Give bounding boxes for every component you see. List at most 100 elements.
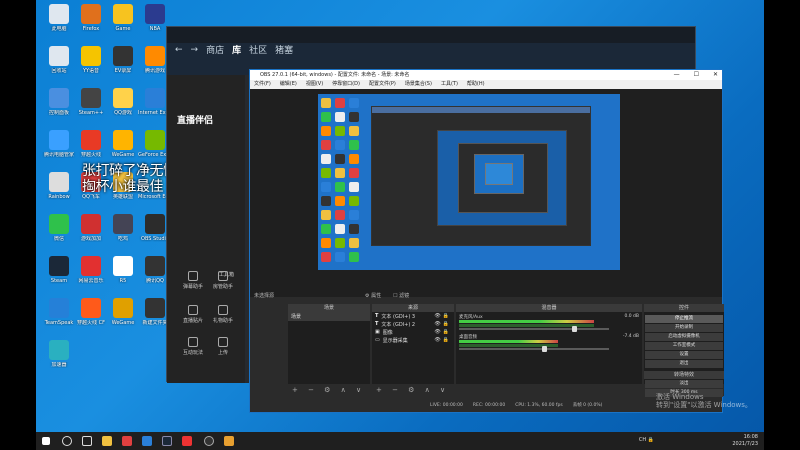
control-button[interactable]: 工作室模式 bbox=[645, 342, 723, 350]
visibility-lock-icon[interactable]: 👁🔒 bbox=[434, 313, 451, 319]
steam-icon[interactable] bbox=[162, 436, 172, 446]
preview-desktop-icon bbox=[321, 210, 331, 220]
desktop-icon[interactable]: 吃鸡 bbox=[106, 214, 140, 252]
control-button[interactable]: 停止推流 bbox=[645, 315, 723, 323]
edge-icon[interactable] bbox=[142, 436, 152, 446]
control-button[interactable]: 设置 bbox=[645, 351, 723, 359]
desktop-icon[interactable]: EV录屏 bbox=[106, 46, 140, 84]
app-icon[interactable] bbox=[122, 436, 132, 446]
back-icon[interactable]: ← bbox=[173, 45, 185, 55]
menu-tools[interactable]: 工具(T) bbox=[441, 80, 458, 89]
explorer-icon[interactable] bbox=[102, 436, 112, 446]
source-item[interactable]: T 文本 (GDI+) 2 👁🔒 bbox=[372, 320, 454, 328]
volume-knob[interactable] bbox=[571, 326, 577, 332]
obs-icon[interactable] bbox=[204, 436, 214, 446]
app-icon bbox=[49, 298, 69, 318]
maximize-icon[interactable]: ☐ bbox=[694, 70, 699, 80]
desktop-icon-label: EV录屏 bbox=[114, 68, 132, 74]
preview-desktop-icon bbox=[335, 196, 345, 206]
menu-scene-collection[interactable]: 场景集合(S) bbox=[405, 80, 432, 89]
desktop-icon[interactable]: TeamSpeak bbox=[42, 298, 76, 336]
gift-helper-button[interactable]: 礼物助手 bbox=[211, 305, 235, 324]
preview-desktop-icon bbox=[335, 168, 345, 178]
app-icon bbox=[113, 214, 133, 234]
task-view-icon[interactable] bbox=[82, 436, 92, 446]
app-icon bbox=[49, 88, 69, 108]
app2-icon[interactable] bbox=[182, 436, 192, 446]
scenes-footer[interactable]: + − ⚙ ∧ ∨ bbox=[288, 384, 370, 396]
sticker-button[interactable]: 直播贴片 bbox=[181, 305, 205, 324]
visibility-lock-icon[interactable]: 👁🔒 bbox=[434, 337, 451, 343]
preview-desktop-icon bbox=[335, 238, 345, 248]
volume-knob[interactable] bbox=[541, 346, 547, 352]
clock[interactable]: 16:08 2021/7/23 bbox=[732, 434, 758, 448]
menu-profile[interactable]: 配置文件(P) bbox=[369, 80, 396, 89]
app-icon bbox=[49, 256, 69, 276]
interact-button[interactable]: 互动玩法 bbox=[181, 337, 205, 356]
volume-slider[interactable] bbox=[459, 328, 609, 330]
scene-item[interactable]: 场景 bbox=[288, 312, 370, 321]
control-button[interactable]: 退出 bbox=[645, 360, 723, 368]
source-item[interactable]: ▭ 显示器采集 👁🔒 bbox=[372, 336, 454, 344]
menu-file[interactable]: 文件(F) bbox=[254, 80, 271, 89]
desktop-icon[interactable]: Rainbow bbox=[42, 172, 76, 210]
app-icon bbox=[113, 256, 133, 276]
nav-library[interactable]: 库 bbox=[230, 43, 243, 56]
ime-indicator[interactable]: CH 🔒 bbox=[639, 437, 654, 443]
visibility-lock-icon[interactable]: 👁🔒 bbox=[434, 329, 451, 335]
menu-edit[interactable]: 编辑(E) bbox=[280, 80, 297, 89]
desktop-icon[interactable]: Steam++ bbox=[74, 88, 108, 126]
desktop-icon[interactable]: R5 bbox=[106, 256, 140, 294]
preview-desktop-icon bbox=[349, 98, 359, 108]
desktop-icon[interactable]: Firefox bbox=[74, 4, 108, 42]
desktop-icon-label: 游戏加加 bbox=[80, 236, 101, 242]
forward-icon[interactable]: → bbox=[189, 45, 201, 55]
transition-select[interactable]: 淡出 bbox=[645, 380, 723, 388]
minimize-icon[interactable]: — bbox=[674, 70, 680, 80]
close-icon[interactable]: ✕ bbox=[713, 70, 718, 80]
preview-canvas[interactable] bbox=[318, 94, 620, 270]
control-button[interactable]: 启动虚拟摄像机 bbox=[645, 333, 723, 341]
desktop-icon[interactable]: WeGame bbox=[106, 298, 140, 336]
filters-button[interactable]: ☐ 滤镜 bbox=[393, 292, 409, 299]
desktop-icon[interactable]: 加速器 bbox=[42, 340, 76, 378]
nav-profile[interactable]: 猪塞 bbox=[273, 43, 295, 56]
menu-docks[interactable]: 停靠窗口(D) bbox=[332, 80, 360, 89]
admin-helper-button[interactable]: 房管助手 bbox=[211, 271, 235, 290]
nav-store[interactable]: 商店 bbox=[204, 43, 226, 56]
control-button[interactable]: 开始录制 bbox=[645, 324, 723, 332]
companion-icon[interactable] bbox=[224, 436, 234, 446]
desktop-icon[interactable]: YY语音 bbox=[74, 46, 108, 84]
search-icon[interactable] bbox=[62, 436, 72, 446]
desktop-icon[interactable]: Steam bbox=[42, 256, 76, 294]
desktop-icon[interactable]: 回收站 bbox=[42, 46, 76, 84]
desktop-icon[interactable]: 腾讯电脑管家 bbox=[42, 130, 76, 168]
desktop-icon[interactable]: 网易云音乐 bbox=[74, 256, 108, 294]
source-type-icon: T bbox=[375, 313, 379, 319]
preview-desktop-icon bbox=[335, 210, 345, 220]
desktop-icon[interactable]: 游戏加加 bbox=[74, 214, 108, 252]
desktop-icon[interactable]: 微信 bbox=[42, 214, 76, 252]
menu-view[interactable]: 视图(V) bbox=[306, 80, 323, 89]
upload-button[interactable]: 上传 bbox=[211, 337, 235, 356]
start-icon[interactable] bbox=[42, 437, 50, 445]
properties-button[interactable]: ⚙ 属性 bbox=[365, 292, 381, 299]
desktop-icon[interactable]: 控制面板 bbox=[42, 88, 76, 126]
source-item[interactable]: ▣ 图像 👁🔒 bbox=[372, 328, 454, 336]
app-icon bbox=[113, 130, 133, 150]
steam-titlebar[interactable] bbox=[167, 27, 695, 43]
visibility-lock-icon[interactable]: 👁🔒 bbox=[434, 321, 451, 327]
sources-footer[interactable]: + − ⚙ ∧ ∨ bbox=[372, 384, 454, 396]
desktop-icon[interactable]: 穿越火线 CF bbox=[74, 298, 108, 336]
desktop-icon[interactable]: Game bbox=[106, 4, 140, 42]
desktop-icon[interactable]: QQ游戏 bbox=[106, 88, 140, 126]
desktop-icon[interactable]: 此电脑 bbox=[42, 4, 76, 42]
danmu-helper-button[interactable]: 弹幕助手 bbox=[181, 271, 205, 290]
nav-community[interactable]: 社区 bbox=[247, 43, 269, 56]
menu-help[interactable]: 帮助(H) bbox=[467, 80, 485, 89]
obs-titlebar[interactable]: OBS 27.0.1 (64-bit, windows) - 配置文件: 未命名… bbox=[250, 70, 722, 80]
sources-header: 来源 bbox=[372, 304, 454, 312]
volume-slider[interactable] bbox=[459, 348, 609, 350]
obs-window[interactable]: OBS 27.0.1 (64-bit, windows) - 配置文件: 未命名… bbox=[249, 69, 724, 413]
source-item[interactable]: T 文本 (GDI+) 3 👁🔒 bbox=[372, 312, 454, 320]
